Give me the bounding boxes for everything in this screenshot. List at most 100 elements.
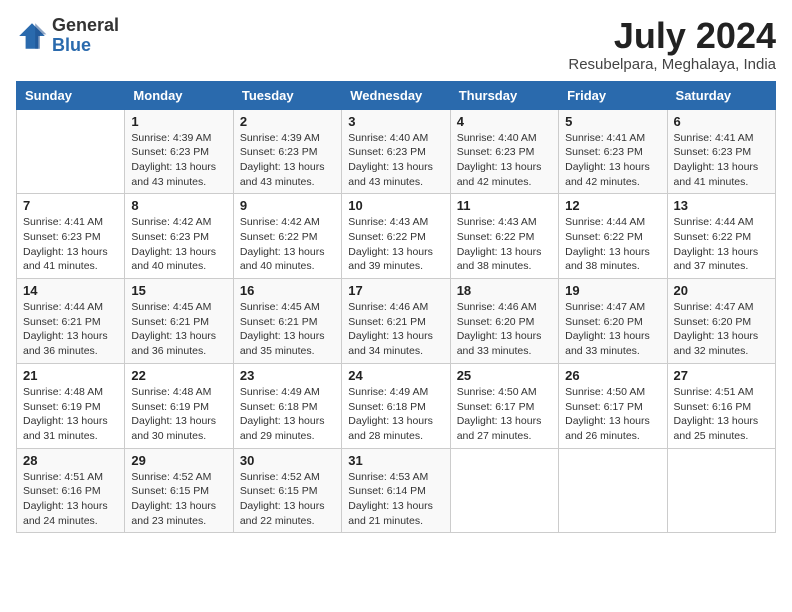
day-info: Sunrise: 4:51 AMSunset: 6:16 PMDaylight:… (674, 385, 769, 444)
day-info: Sunrise: 4:52 AMSunset: 6:15 PMDaylight:… (131, 470, 226, 529)
weekday-header-wednesday: Wednesday (342, 81, 450, 109)
day-info: Sunrise: 4:52 AMSunset: 6:15 PMDaylight:… (240, 470, 335, 529)
day-number: 24 (348, 368, 443, 383)
day-number: 27 (674, 368, 769, 383)
calendar-cell: 11Sunrise: 4:43 AMSunset: 6:22 PMDayligh… (450, 194, 558, 279)
day-info: Sunrise: 4:42 AMSunset: 6:23 PMDaylight:… (131, 215, 226, 274)
day-number: 22 (131, 368, 226, 383)
logo-general-text: General (52, 15, 119, 35)
title-block: July 2024 Resubelpara, Meghalaya, India (568, 16, 776, 73)
logo: General Blue (16, 16, 119, 56)
calendar-cell: 21 Sunrise: 4:48 AMSunset: 6:19 PMDayligh… (17, 363, 125, 448)
day-number: 10 (348, 198, 443, 213)
calendar-cell: 8 Sunrise: 4:42 AMSunset: 6:23 PMDaylight… (125, 194, 233, 279)
day-info: Sunrise: 4:41 AMSunset: 6:23 PMDaylight:… (565, 131, 660, 190)
day-number: 30 (240, 453, 335, 468)
day-info: Sunrise: 4:45 AMSunset: 6:21 PMDaylight:… (131, 300, 226, 359)
calendar-cell: 22 Sunrise: 4:48 AMSunset: 6:19 PMDayligh… (125, 363, 233, 448)
day-info: Sunrise: 4:53 AMSunset: 6:14 PMDaylight:… (348, 470, 443, 529)
day-number: 26 (565, 368, 660, 383)
day-number: 17 (348, 283, 443, 298)
day-info: Sunrise: 4:44 AMSunset: 6:22 PMDaylight:… (565, 215, 660, 274)
day-number: 13 (674, 198, 769, 213)
day-info: Sunrise: 4:41 AMSunset: 6:23 PMDaylight:… (23, 215, 118, 274)
calendar-cell: 13 Sunrise: 4:44 AMSunset: 6:22 PMDayligh… (667, 194, 775, 279)
calendar-cell: 24Sunrise: 4:49 AMSunset: 6:18 PMDayligh… (342, 363, 450, 448)
logo-blue-text: Blue (52, 35, 91, 55)
day-info: Sunrise: 4:43 AMSunset: 6:22 PMDaylight:… (457, 215, 552, 274)
calendar-cell (559, 448, 667, 533)
day-info: Sunrise: 4:45 AMSunset: 6:21 PMDaylight:… (240, 300, 335, 359)
calendar-cell: 28 Sunrise: 4:51 AMSunset: 6:16 PMDayligh… (17, 448, 125, 533)
day-info: Sunrise: 4:39 AMSunset: 6:23 PMDaylight:… (240, 131, 335, 190)
day-info: Sunrise: 4:39 AMSunset: 6:23 PMDaylight:… (131, 131, 226, 190)
calendar-cell: 26 Sunrise: 4:50 AMSunset: 6:17 PMDayligh… (559, 363, 667, 448)
day-number: 20 (674, 283, 769, 298)
calendar-week-row: 1Sunrise: 4:39 AMSunset: 6:23 PMDaylight… (17, 109, 776, 194)
calendar-cell: 16Sunrise: 4:45 AMSunset: 6:21 PMDayligh… (233, 279, 341, 364)
day-number: 7 (23, 198, 118, 213)
calendar-cell: 4Sunrise: 4:40 AMSunset: 6:23 PMDaylight… (450, 109, 558, 194)
day-number: 3 (348, 114, 443, 129)
weekday-header-monday: Monday (125, 81, 233, 109)
day-number: 6 (674, 114, 769, 129)
day-info: Sunrise: 4:44 AMSunset: 6:22 PMDaylight:… (674, 215, 769, 274)
weekday-header-row: SundayMondayTuesdayWednesdayThursdayFrid… (17, 81, 776, 109)
day-number: 21 (23, 368, 118, 383)
calendar-cell (667, 448, 775, 533)
day-number: 9 (240, 198, 335, 213)
calendar-table: SundayMondayTuesdayWednesdayThursdayFrid… (16, 81, 776, 534)
calendar-cell: 9 Sunrise: 4:42 AMSunset: 6:22 PMDaylight… (233, 194, 341, 279)
location-subtitle: Resubelpara, Meghalaya, India (568, 56, 776, 73)
day-info: Sunrise: 4:49 AMSunset: 6:18 PMDaylight:… (240, 385, 335, 444)
day-info: Sunrise: 4:42 AMSunset: 6:22 PMDaylight:… (240, 215, 335, 274)
day-number: 25 (457, 368, 552, 383)
calendar-cell: 19 Sunrise: 4:47 AMSunset: 6:20 PMDayligh… (559, 279, 667, 364)
calendar-cell: 3 Sunrise: 4:40 AMSunset: 6:23 PMDaylight… (342, 109, 450, 194)
day-info: Sunrise: 4:44 AMSunset: 6:21 PMDaylight:… (23, 300, 118, 359)
calendar-cell: 6Sunrise: 4:41 AMSunset: 6:23 PMDaylight… (667, 109, 775, 194)
day-info: Sunrise: 4:48 AMSunset: 6:19 PMDaylight:… (23, 385, 118, 444)
calendar-week-row: 28 Sunrise: 4:51 AMSunset: 6:16 PMDayligh… (17, 448, 776, 533)
day-info: Sunrise: 4:48 AMSunset: 6:19 PMDaylight:… (131, 385, 226, 444)
month-year-title: July 2024 (568, 16, 776, 56)
calendar-cell: 18 Sunrise: 4:46 AMSunset: 6:20 PMDayligh… (450, 279, 558, 364)
day-info: Sunrise: 4:47 AMSunset: 6:20 PMDaylight:… (674, 300, 769, 359)
day-info: Sunrise: 4:50 AMSunset: 6:17 PMDaylight:… (457, 385, 552, 444)
weekday-header-sunday: Sunday (17, 81, 125, 109)
calendar-cell: 27 Sunrise: 4:51 AMSunset: 6:16 PMDayligh… (667, 363, 775, 448)
calendar-cell: 10Sunrise: 4:43 AMSunset: 6:22 PMDayligh… (342, 194, 450, 279)
day-number: 5 (565, 114, 660, 129)
calendar-cell: 14 Sunrise: 4:44 AMSunset: 6:21 PMDayligh… (17, 279, 125, 364)
day-number: 19 (565, 283, 660, 298)
calendar-cell: 23 Sunrise: 4:49 AMSunset: 6:18 PMDayligh… (233, 363, 341, 448)
calendar-cell: 25 Sunrise: 4:50 AMSunset: 6:17 PMDayligh… (450, 363, 558, 448)
calendar-cell: 17Sunrise: 4:46 AMSunset: 6:21 PMDayligh… (342, 279, 450, 364)
day-number: 28 (23, 453, 118, 468)
day-number: 8 (131, 198, 226, 213)
calendar-cell: 5 Sunrise: 4:41 AMSunset: 6:23 PMDaylight… (559, 109, 667, 194)
day-number: 14 (23, 283, 118, 298)
calendar-cell: 20 Sunrise: 4:47 AMSunset: 6:20 PMDayligh… (667, 279, 775, 364)
calendar-week-row: 7 Sunrise: 4:41 AMSunset: 6:23 PMDaylight… (17, 194, 776, 279)
day-info: Sunrise: 4:46 AMSunset: 6:20 PMDaylight:… (457, 300, 552, 359)
day-info: Sunrise: 4:50 AMSunset: 6:17 PMDaylight:… (565, 385, 660, 444)
day-number: 18 (457, 283, 552, 298)
day-info: Sunrise: 4:40 AMSunset: 6:23 PMDaylight:… (457, 131, 552, 190)
calendar-cell: 31Sunrise: 4:53 AMSunset: 6:14 PMDayligh… (342, 448, 450, 533)
weekday-header-tuesday: Tuesday (233, 81, 341, 109)
day-info: Sunrise: 4:51 AMSunset: 6:16 PMDaylight:… (23, 470, 118, 529)
calendar-week-row: 14 Sunrise: 4:44 AMSunset: 6:21 PMDayligh… (17, 279, 776, 364)
day-number: 12 (565, 198, 660, 213)
day-number: 23 (240, 368, 335, 383)
day-info: Sunrise: 4:47 AMSunset: 6:20 PMDaylight:… (565, 300, 660, 359)
calendar-cell: 1Sunrise: 4:39 AMSunset: 6:23 PMDaylight… (125, 109, 233, 194)
day-info: Sunrise: 4:40 AMSunset: 6:23 PMDaylight:… (348, 131, 443, 190)
calendar-cell: 12 Sunrise: 4:44 AMSunset: 6:22 PMDayligh… (559, 194, 667, 279)
calendar-week-row: 21 Sunrise: 4:48 AMSunset: 6:19 PMDayligh… (17, 363, 776, 448)
weekday-header-friday: Friday (559, 81, 667, 109)
page-header: General Blue July 2024 Resubelpara, Megh… (16, 16, 776, 73)
calendar-cell: 2Sunrise: 4:39 AMSunset: 6:23 PMDaylight… (233, 109, 341, 194)
weekday-header-thursday: Thursday (450, 81, 558, 109)
calendar-cell: 7 Sunrise: 4:41 AMSunset: 6:23 PMDaylight… (17, 194, 125, 279)
